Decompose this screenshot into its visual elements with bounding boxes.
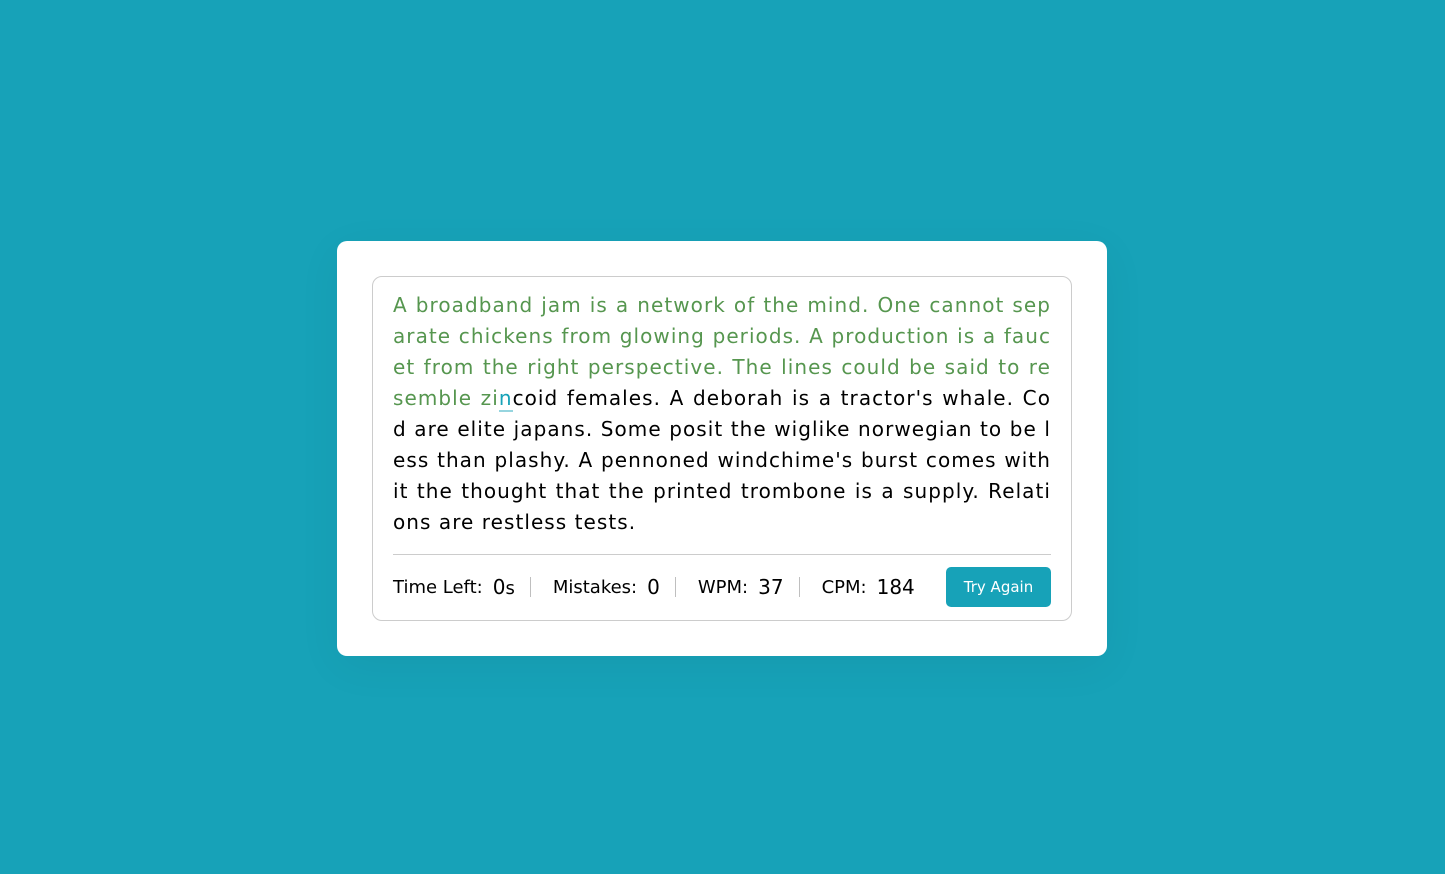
wpm: WPM: 37 xyxy=(676,575,800,599)
try-again-button[interactable]: Try Again xyxy=(946,567,1051,607)
mistakes-value: 0 xyxy=(647,575,660,599)
time-left-label: Time Left: xyxy=(393,576,483,598)
cpm-value: 184 xyxy=(876,575,915,599)
wpm-value: 37 xyxy=(758,575,784,599)
time-left: Time Left: 0s xyxy=(393,575,531,599)
wpm-label: WPM: xyxy=(697,576,749,598)
stats-bar: Time Left: 0s Mistakes: 0 WPM: 37 CPM: 1… xyxy=(393,555,1051,619)
time-left-number: 0 xyxy=(492,575,506,599)
result-details: Time Left: 0s Mistakes: 0 WPM: 37 CPM: 1… xyxy=(393,575,915,599)
time-left-unit: s xyxy=(505,578,515,599)
current-char: n xyxy=(498,386,513,410)
typing-text[interactable]: A broadband jam is a network of the mind… xyxy=(393,290,1051,555)
cpm-label: CPM: xyxy=(821,576,867,598)
mistakes-label: Mistakes: xyxy=(552,576,638,598)
cpm: CPM: 184 xyxy=(800,575,915,599)
content-box: A broadband jam is a network of the mind… xyxy=(372,276,1072,621)
typing-card: A broadband jam is a network of the mind… xyxy=(337,241,1107,656)
mistakes: Mistakes: 0 xyxy=(531,575,676,599)
time-left-value: 0s xyxy=(493,575,515,599)
